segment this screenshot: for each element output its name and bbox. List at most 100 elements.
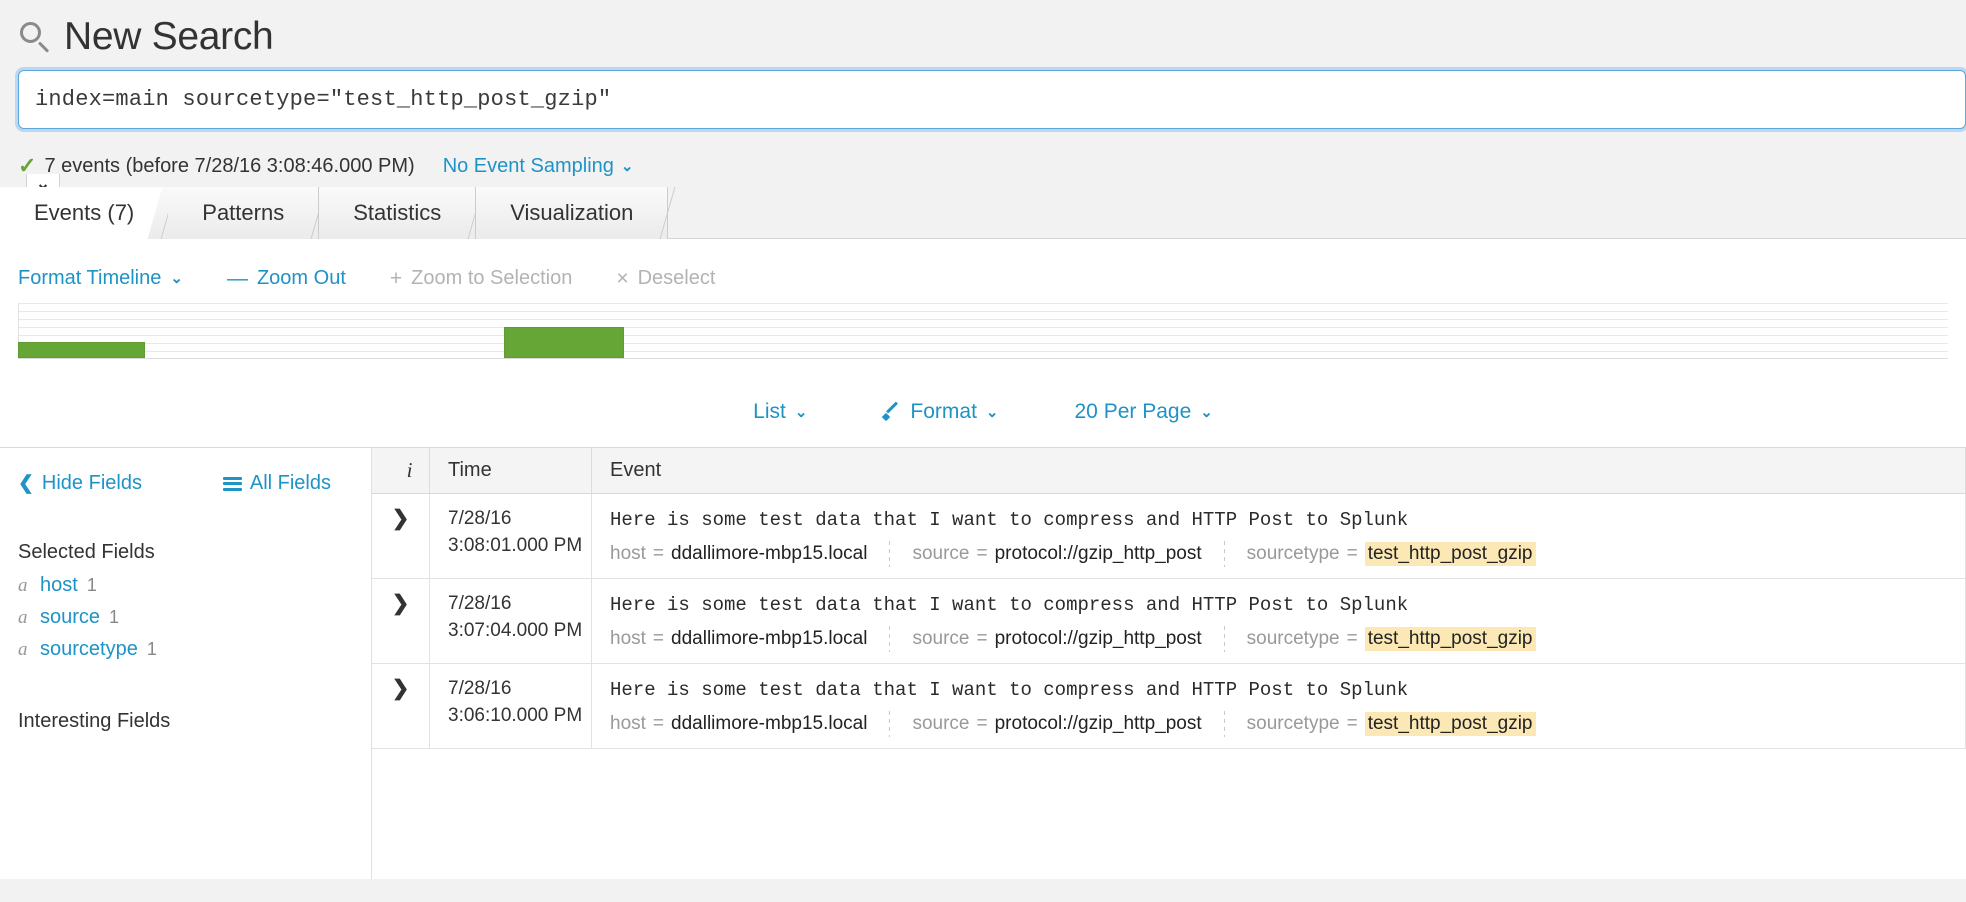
event-time-cell: 7/28/163:08:01.000 PM: [430, 494, 592, 578]
format-timeline-label: Format Timeline: [18, 267, 161, 290]
hide-fields-button[interactable]: ❮ Hide Fields: [18, 472, 142, 495]
sidebar-field-source[interactable]: asource1: [18, 606, 371, 638]
chevron-down-icon: ⌄: [986, 405, 999, 420]
search-bar-wrap: index=main sourcetype="test_http_post_gz…: [0, 64, 1966, 129]
equals-sign: =: [1347, 628, 1358, 650]
gridline: [18, 303, 1948, 304]
search-query-text: index=main sourcetype="test_http_post_gz…: [35, 87, 611, 112]
chevron-down-icon: ⌄: [795, 405, 808, 420]
event-field-host[interactable]: host=ddallimore-mbp15.local: [610, 628, 867, 650]
deselect-button: × Deselect: [616, 267, 715, 290]
list-view-dropdown[interactable]: List ⌄: [753, 400, 807, 424]
field-value[interactable]: protocol://gzip_http_post: [995, 713, 1202, 735]
zoom-out-button[interactable]: — Zoom Out: [227, 267, 346, 290]
event-date: 7/28/16: [448, 675, 591, 702]
format-timeline-button[interactable]: Format Timeline ⌄: [18, 267, 183, 290]
field-separator: [889, 711, 890, 737]
events-table: i Time Event ❯7/28/163:08:01.000 PMHere …: [372, 448, 1966, 879]
expand-row-button[interactable]: ❯: [372, 494, 430, 578]
fields-sidebar-header: ❮ Hide Fields All Fields: [0, 472, 371, 495]
event-field-list: host=ddallimore-mbp15.localsource=protoc…: [610, 711, 1965, 737]
field-value[interactable]: protocol://gzip_http_post: [995, 628, 1202, 650]
field-name[interactable]: sourcetype: [40, 638, 138, 661]
field-value[interactable]: test_http_post_gzip: [1365, 542, 1536, 566]
info-icon: i: [407, 458, 413, 483]
tab-events-label: Events (7): [34, 200, 134, 226]
gridline: [18, 319, 1948, 320]
status-row: ✓ 7 events (before 7/28/16 3:08:46.000 P…: [0, 129, 1966, 181]
event-time-cell: 7/28/163:06:10.000 PM: [430, 664, 592, 748]
field-value[interactable]: ddallimore-mbp15.local: [671, 543, 867, 565]
search-icon: [18, 20, 52, 54]
event-field-source[interactable]: source=protocol://gzip_http_post: [912, 713, 1201, 735]
event-field-list: host=ddallimore-mbp15.localsource=protoc…: [610, 626, 1965, 652]
timeline-bar[interactable]: [504, 327, 624, 358]
field-separator: [1224, 541, 1225, 567]
events-table-body: ❯7/28/163:08:01.000 PMHere is some test …: [372, 494, 1966, 749]
field-value[interactable]: test_http_post_gzip: [1365, 627, 1536, 651]
event-count-status: ✓ 7 events (before 7/28/16 3:08:46.000 P…: [18, 155, 415, 178]
chevron-down-icon: ⌄: [1200, 405, 1213, 420]
event-sampling-dropdown[interactable]: No Event Sampling ⌄: [443, 155, 634, 178]
format-results-dropdown[interactable]: Format ⌄: [883, 400, 998, 424]
column-header-event[interactable]: Event: [592, 448, 1966, 493]
tab-events[interactable]: Events (7): [0, 187, 168, 239]
selected-fields-header: Selected Fields: [0, 495, 371, 564]
selected-fields-list: ahost1asource1asourcetype1: [0, 564, 371, 670]
field-name[interactable]: host: [40, 574, 78, 597]
tab-visualization[interactable]: Visualization: [476, 187, 668, 239]
gridline: [18, 311, 1948, 312]
field-separator: [1224, 626, 1225, 652]
field-value[interactable]: ddallimore-mbp15.local: [671, 713, 867, 735]
main-split: ❮ Hide Fields All Fields Selected Fields…: [0, 447, 1966, 879]
event-field-sourcetype[interactable]: sourcetype=test_http_post_gzip: [1247, 542, 1536, 566]
hide-fields-label: Hide Fields: [42, 472, 142, 495]
equals-sign: =: [977, 713, 988, 735]
list-view-label: List: [753, 400, 786, 424]
all-fields-button[interactable]: All Fields: [223, 472, 331, 495]
field-key: host: [610, 713, 646, 735]
field-value[interactable]: protocol://gzip_http_post: [995, 543, 1202, 565]
per-page-dropdown[interactable]: 20 Per Page ⌄: [1075, 400, 1213, 424]
field-key: source: [912, 628, 969, 650]
expand-row-button[interactable]: ❯: [372, 664, 430, 748]
tab-patterns[interactable]: Patterns: [168, 187, 319, 239]
event-raw-text: Here is some test data that I want to co…: [610, 675, 1965, 705]
tab-patterns-label: Patterns: [202, 200, 284, 226]
timeline-bar[interactable]: [18, 342, 145, 358]
event-field-sourcetype[interactable]: sourcetype=test_http_post_gzip: [1247, 712, 1536, 736]
field-value[interactable]: test_http_post_gzip: [1365, 712, 1536, 736]
field-name[interactable]: source: [40, 606, 100, 629]
field-value[interactable]: ddallimore-mbp15.local: [671, 628, 867, 650]
equals-sign: =: [1347, 713, 1358, 735]
timeline-chart[interactable]: [18, 303, 1948, 359]
expand-row-button[interactable]: ❯: [372, 579, 430, 663]
timeline-toolbar: Format Timeline ⌄ — Zoom Out + Zoom to S…: [0, 239, 1966, 295]
field-separator: [1224, 711, 1225, 737]
search-input[interactable]: index=main sourcetype="test_http_post_gz…: [18, 70, 1966, 129]
event-field-source[interactable]: source=protocol://gzip_http_post: [912, 628, 1201, 650]
event-cell: Here is some test data that I want to co…: [592, 494, 1966, 578]
field-key: host: [610, 628, 646, 650]
zoom-out-label: Zoom Out: [257, 267, 346, 290]
zoom-to-selection-label: Zoom to Selection: [411, 267, 572, 290]
field-key: host: [610, 543, 646, 565]
sidebar-field-sourcetype[interactable]: asourcetype1: [18, 638, 371, 670]
chevron-right-icon: ❯: [392, 508, 410, 529]
chevron-down-icon: ⌄: [170, 271, 183, 286]
event-count-text: 7 events (before 7/28/16 3:08:46.000 PM): [44, 155, 414, 178]
event-field-source[interactable]: source=protocol://gzip_http_post: [912, 543, 1201, 565]
table-row: ❯7/28/163:06:10.000 PM Here is some test …: [372, 664, 1966, 749]
event-field-host[interactable]: host=ddallimore-mbp15.local: [610, 713, 867, 735]
event-field-sourcetype[interactable]: sourcetype=test_http_post_gzip: [1247, 627, 1536, 651]
equals-sign: =: [1347, 543, 1358, 565]
gridline: [18, 335, 1948, 336]
results-tabs: Events (7) Patterns Statistics Visualiza…: [0, 187, 1966, 239]
table-row: ❯ 7/28/163:08:01.000 PMHere is some test …: [372, 494, 1966, 579]
chevron-left-icon: ❮: [18, 474, 34, 493]
tab-statistics[interactable]: Statistics: [319, 187, 476, 239]
column-header-time[interactable]: Time: [430, 448, 592, 493]
sidebar-field-host[interactable]: ahost1: [18, 574, 371, 606]
results-toolbar: List ⌄ Format ⌄ 20 Per Page ⌄: [0, 377, 1966, 447]
event-field-host[interactable]: host=ddallimore-mbp15.local: [610, 543, 867, 565]
